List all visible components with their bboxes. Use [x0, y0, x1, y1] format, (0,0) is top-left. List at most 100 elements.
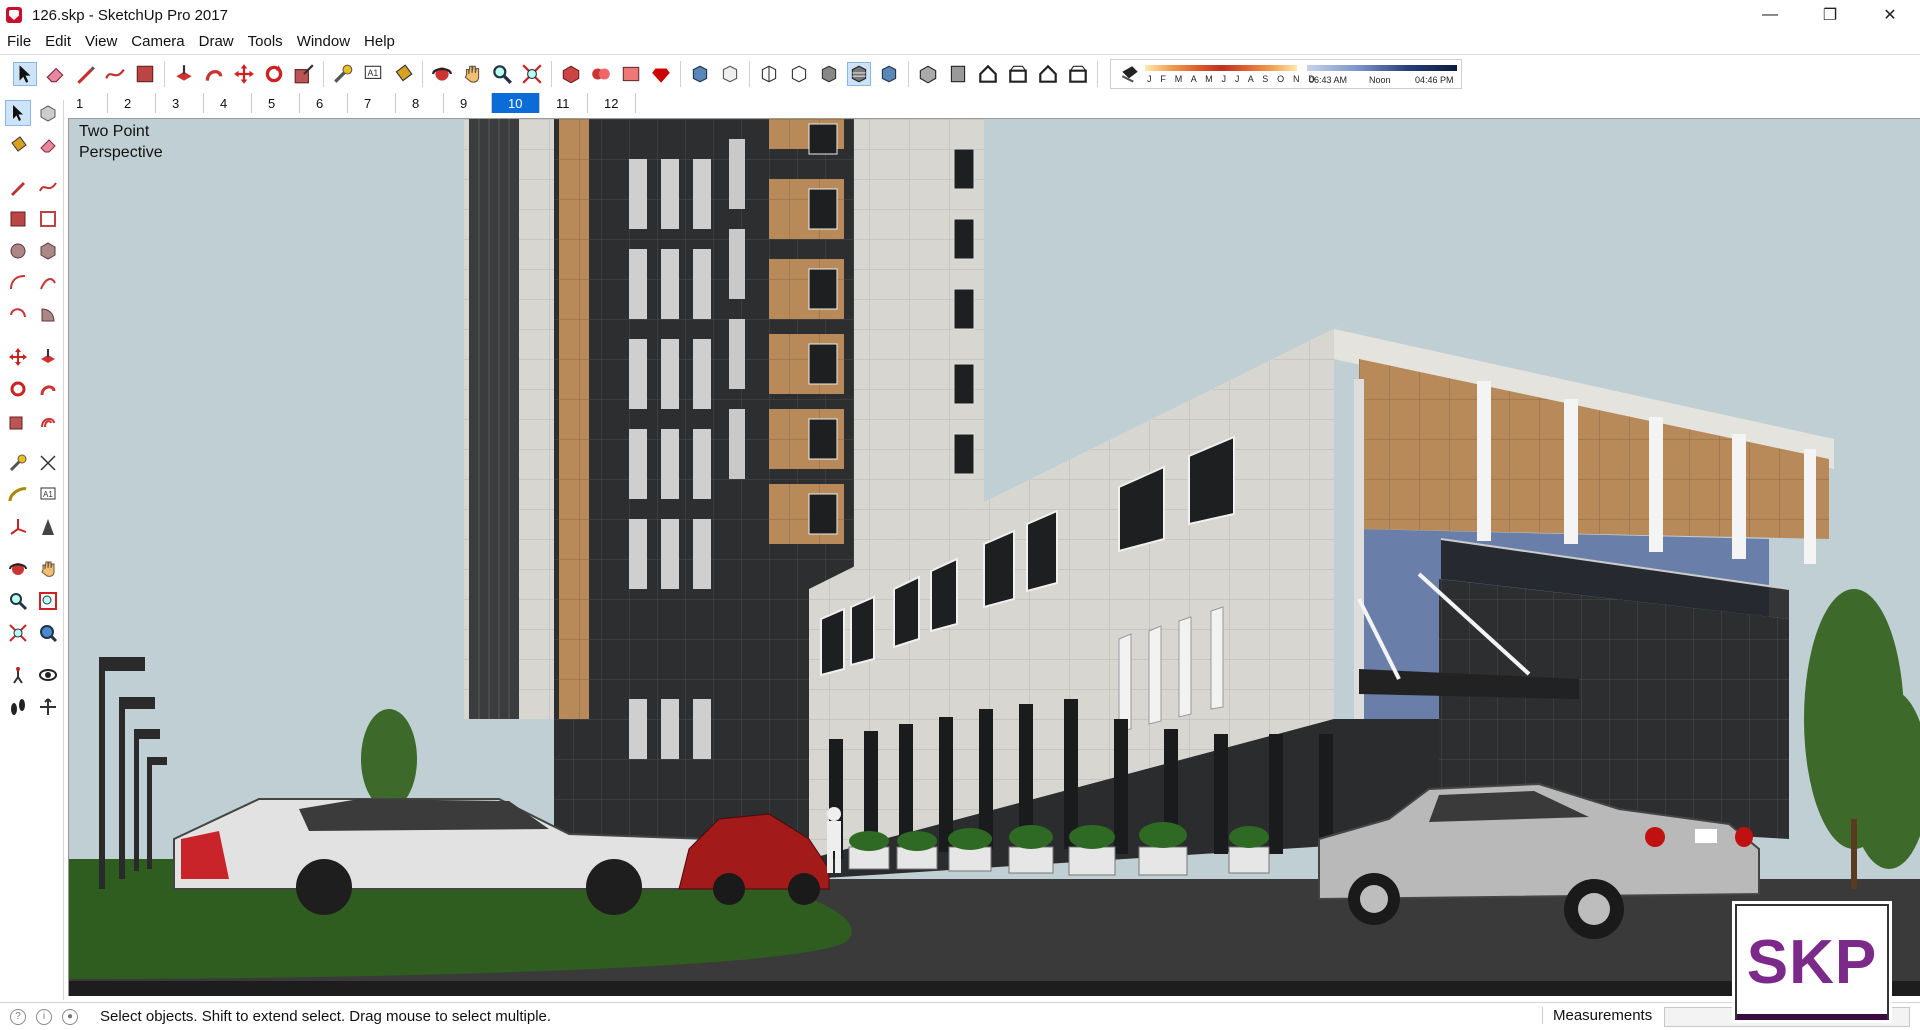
zoom-extents-icon[interactable] — [5, 620, 31, 646]
text-tool-icon[interactable]: A1 — [361, 62, 385, 86]
eraser-tool-icon[interactable] — [43, 62, 67, 86]
rotated-rectangle-icon[interactable] — [35, 206, 61, 232]
rectangle-icon[interactable] — [5, 206, 31, 232]
left-view-icon[interactable] — [1066, 62, 1090, 86]
pan-icon[interactable] — [35, 556, 61, 582]
zoom-icon[interactable] — [5, 588, 31, 614]
follow-me-tool-icon[interactable] — [202, 62, 226, 86]
dimension-icon[interactable] — [35, 450, 61, 476]
pie-icon[interactable] — [35, 302, 61, 328]
tape-measure-tool-icon[interactable] — [331, 62, 355, 86]
menu-window[interactable]: Window — [290, 33, 357, 50]
orbit-icon[interactable] — [5, 556, 31, 582]
menu-view[interactable]: View — [78, 33, 124, 50]
line-tool-icon[interactable] — [73, 62, 97, 86]
menu-help[interactable]: Help — [357, 33, 402, 50]
shadows-toggle-icon[interactable] — [1118, 62, 1142, 86]
shaded-style-icon[interactable] — [817, 62, 841, 86]
wireframe-style-icon[interactable] — [757, 62, 781, 86]
menu-tools[interactable]: Tools — [241, 33, 290, 50]
paint-bucket-tool-icon[interactable] — [391, 62, 415, 86]
geolocation-icon[interactable]: ? — [10, 1008, 26, 1025]
menu-camera[interactable]: Camera — [124, 33, 191, 50]
move-icon[interactable] — [5, 344, 31, 370]
scene-tab-5[interactable]: 5 — [252, 93, 300, 113]
scene-tab-7[interactable]: 7 — [348, 93, 396, 113]
eraser-icon[interactable] — [35, 132, 61, 158]
make-component-icon[interactable] — [35, 100, 61, 126]
tape-measure-icon[interactable] — [5, 450, 31, 476]
select-tool-icon[interactable] — [13, 61, 37, 86]
top-view-icon[interactable] — [946, 62, 970, 86]
scene-tab-12[interactable]: 12 — [588, 93, 636, 113]
protractor-icon[interactable] — [5, 482, 31, 508]
select-tool-icon[interactable] — [5, 100, 31, 126]
back-edges-style-icon[interactable] — [718, 62, 742, 86]
rotate-icon[interactable] — [5, 376, 31, 402]
freehand-icon[interactable] — [35, 174, 61, 200]
hidden-line-style-icon[interactable] — [787, 62, 811, 86]
arc-icon[interactable] — [5, 270, 31, 296]
circle-icon[interactable] — [5, 238, 31, 264]
menu-draw[interactable]: Draw — [192, 33, 241, 50]
text-icon[interactable]: A1 — [35, 482, 61, 508]
scale-tool-icon[interactable] — [292, 62, 316, 86]
offset-icon[interactable] — [35, 408, 61, 434]
scene-tab-10[interactable]: 10 — [492, 93, 540, 113]
shadow-time-slider[interactable]: 06:43 AM Noon 04:46 PM — [1307, 62, 1457, 86]
previous-view-icon[interactable] — [35, 620, 61, 646]
section-plane-icon[interactable] — [35, 694, 61, 720]
push-pull-tool-icon[interactable] — [172, 62, 196, 86]
zoom-extents-tool-icon[interactable] — [520, 62, 544, 86]
zoom-window-icon[interactable] — [35, 588, 61, 614]
shadow-month-slider[interactable]: J F M A M J J A S O N D — [1145, 62, 1315, 86]
extension-warehouse-icon[interactable] — [619, 62, 643, 86]
xray-style-icon[interactable] — [688, 62, 712, 86]
walk-icon[interactable] — [5, 694, 31, 720]
push-pull-icon[interactable] — [35, 344, 61, 370]
front-view-icon[interactable] — [976, 62, 1000, 86]
line-icon[interactable] — [5, 174, 31, 200]
minimize-button[interactable]: — — [1740, 0, 1800, 30]
look-around-icon[interactable] — [35, 662, 61, 688]
rectangle-tool-icon[interactable] — [133, 62, 157, 86]
scene-tab-1[interactable]: 1 — [60, 93, 108, 113]
iso-view-icon[interactable] — [916, 62, 940, 86]
pan-tool-icon[interactable] — [460, 62, 484, 86]
user-account-icon[interactable]: ● — [62, 1008, 78, 1025]
zoom-tool-icon[interactable] — [490, 62, 514, 86]
move-tool-icon[interactable] — [232, 62, 256, 86]
scene-tab-8[interactable]: 8 — [396, 93, 444, 113]
back-view-icon[interactable] — [1036, 62, 1060, 86]
axes-icon[interactable] — [5, 514, 31, 540]
scene-tab-3[interactable]: 3 — [156, 93, 204, 113]
3d-text-icon[interactable] — [35, 514, 61, 540]
model-viewport[interactable]: Two Point Perspective — [68, 118, 1920, 996]
menu-edit[interactable]: Edit — [38, 33, 78, 50]
scene-tab-2[interactable]: 2 — [108, 93, 156, 113]
paint-bucket-icon[interactable] — [5, 132, 31, 158]
scene-tab-6[interactable]: 6 — [300, 93, 348, 113]
follow-me-icon[interactable] — [35, 376, 61, 402]
two-point-arc-icon[interactable] — [35, 270, 61, 296]
right-view-icon[interactable] — [1006, 62, 1030, 86]
monochrome-style-icon[interactable] — [877, 62, 901, 86]
shaded-textures-style-icon[interactable] — [847, 61, 871, 86]
orbit-tool-icon[interactable] — [430, 62, 454, 86]
position-camera-icon[interactable] — [5, 662, 31, 688]
credits-icon[interactable]: i — [36, 1008, 52, 1025]
scene-tab-11[interactable]: 11 — [540, 93, 588, 113]
scene-tab-4[interactable]: 4 — [204, 93, 252, 113]
menu-file[interactable]: File — [0, 33, 38, 50]
components-icon[interactable] — [559, 62, 583, 86]
rotate-tool-icon[interactable] — [262, 62, 286, 86]
close-button[interactable]: ✕ — [1860, 0, 1920, 30]
scale-icon[interactable] — [5, 408, 31, 434]
freehand-tool-icon[interactable] — [103, 62, 127, 86]
ruby-console-icon[interactable] — [649, 62, 673, 86]
scene-tab-9[interactable]: 9 — [444, 93, 492, 113]
3d-warehouse-icon[interactable] — [589, 62, 613, 86]
maximize-button[interactable]: ❐ — [1800, 0, 1860, 30]
three-point-arc-icon[interactable] — [5, 302, 31, 328]
polygon-icon[interactable] — [35, 238, 61, 264]
